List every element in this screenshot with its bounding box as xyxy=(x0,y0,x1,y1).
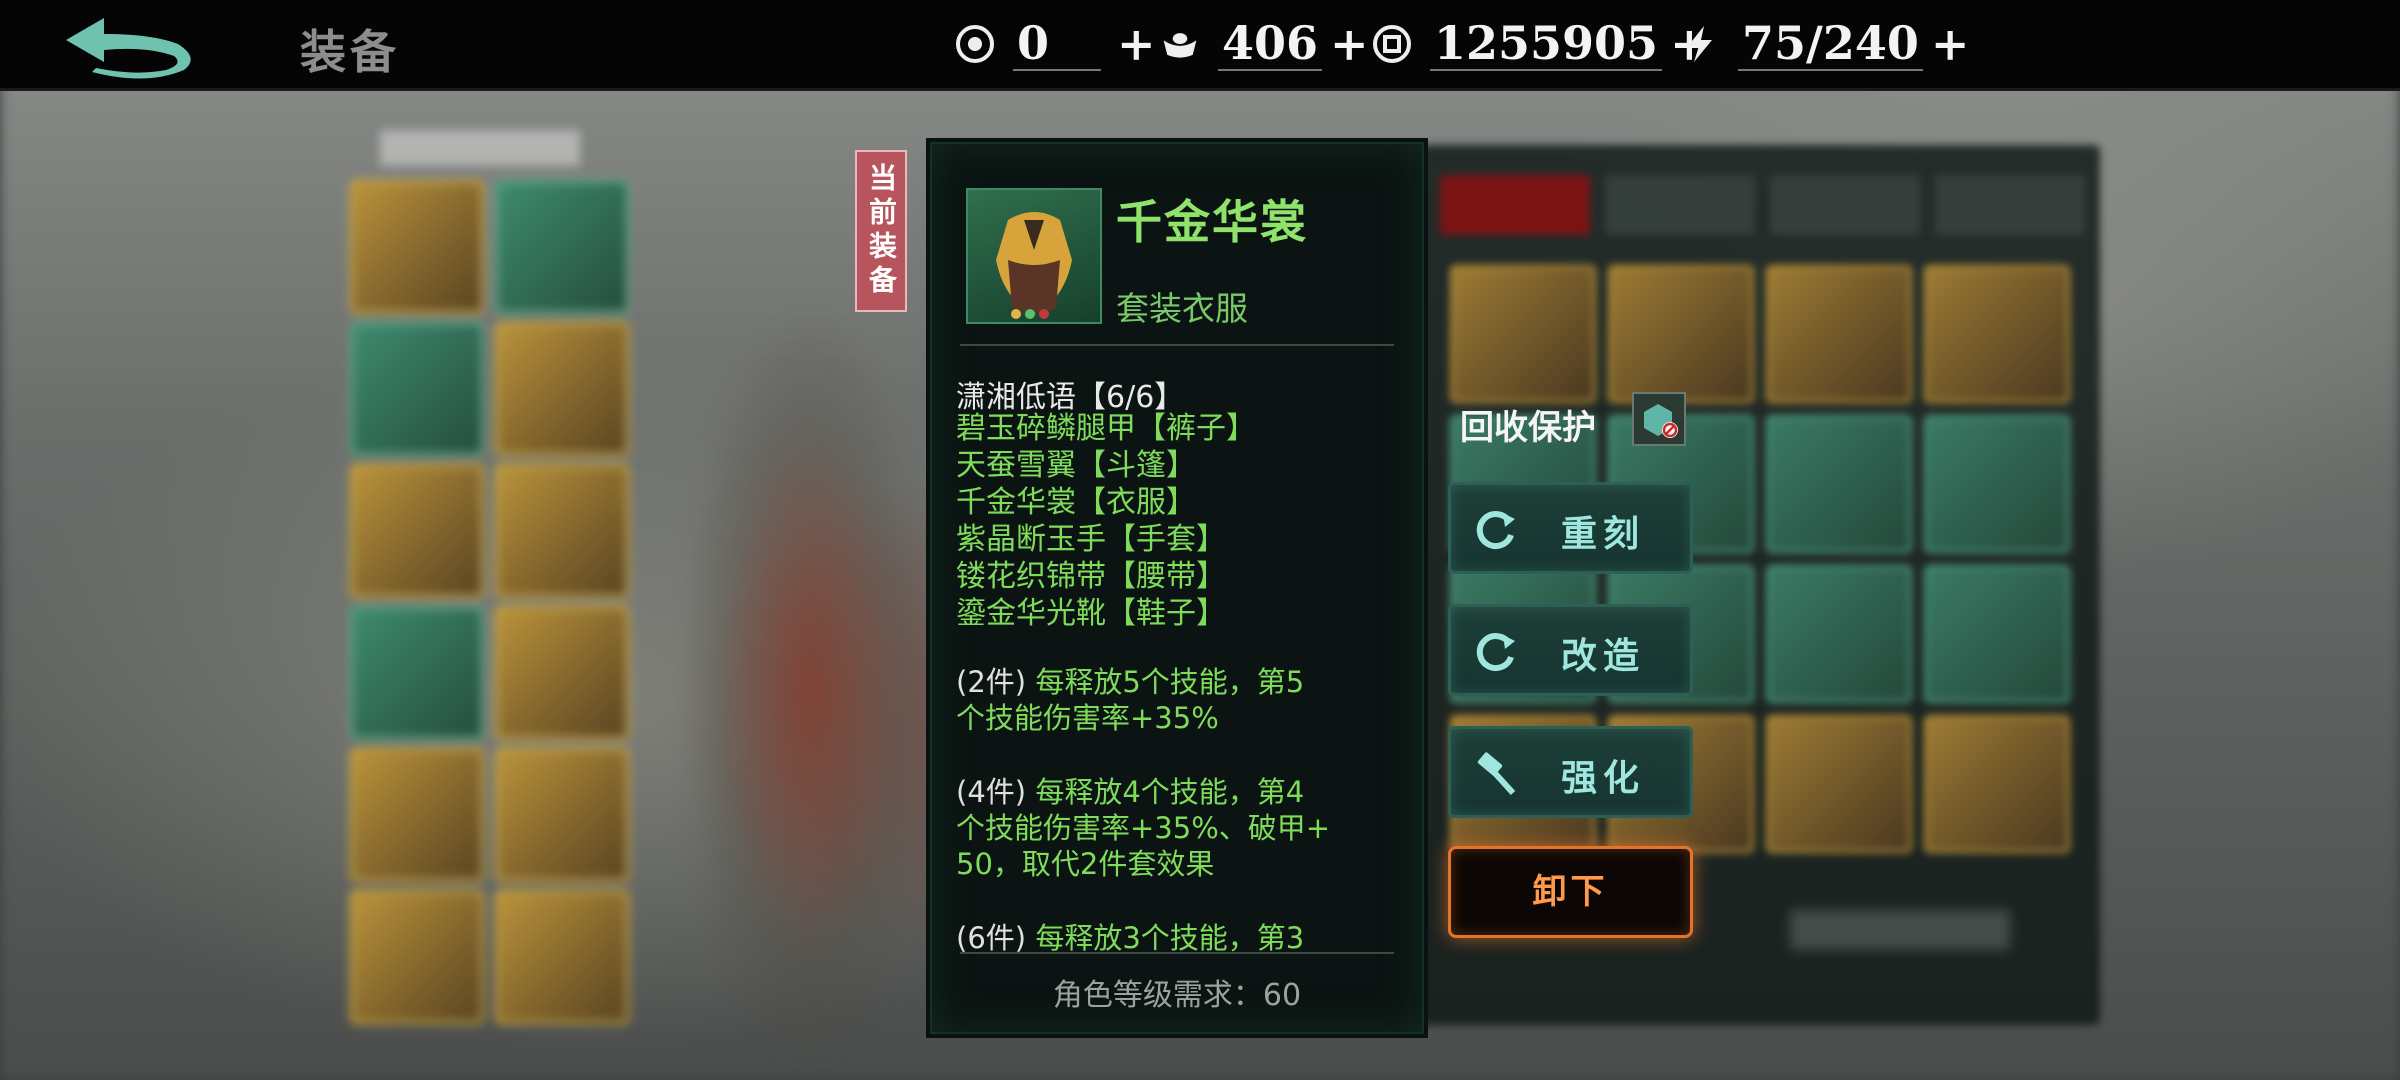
inventory-tab[interactable] xyxy=(1770,175,1920,235)
coin-icon xyxy=(1372,24,1412,64)
set-piece-list: 碧玉碎鳞腿甲【裤子】 天蚕雪翼【斗篷】 千金华裳【衣服】 紫晶断玉手【手套】 镂… xyxy=(956,410,1256,632)
character-figure xyxy=(680,300,940,1080)
enhance-button[interactable]: 强化 xyxy=(1448,726,1693,818)
slot-grid-header xyxy=(380,130,580,166)
equipment-slot[interactable] xyxy=(495,322,629,456)
add-coupon-button[interactable]: + xyxy=(1117,17,1156,71)
equipment-slot[interactable] xyxy=(495,606,629,740)
set-piece: 碧玉碎鳞腿甲【裤子】 xyxy=(956,411,1256,446)
blurred-hint xyxy=(1790,910,2010,950)
add-silver-button[interactable]: + xyxy=(1330,17,1369,71)
set-bonus-6: (6件) 每释放3个技能，第3 xyxy=(956,921,1305,955)
level-requirement: 角色等级需求：60 xyxy=(1052,978,1302,1013)
item-name: 千金华裳 xyxy=(1116,195,1308,249)
refresh-icon xyxy=(1473,507,1519,553)
inventory-slot[interactable] xyxy=(1924,565,2070,703)
currency-energy: 75/240 + xyxy=(1680,14,1969,74)
equipment-slot[interactable] xyxy=(350,606,484,740)
add-energy-button[interactable]: + xyxy=(1931,17,1970,71)
card-divider xyxy=(960,952,1394,954)
currency-silver: 406 + xyxy=(1160,14,1369,74)
inventory-slot[interactable] xyxy=(1766,265,1912,403)
lightning-icon xyxy=(1680,24,1720,64)
inventory-tab[interactable] xyxy=(1440,175,1590,235)
inventory-slot[interactable] xyxy=(1924,415,2070,553)
inventory-slot[interactable] xyxy=(1924,715,2070,853)
set-piece: 镂花织锦带【腰带】 xyxy=(956,559,1226,594)
equipment-slot[interactable] xyxy=(350,180,484,314)
equipment-slot[interactable] xyxy=(495,748,629,882)
equipment-slot[interactable] xyxy=(350,748,484,882)
inventory-slot[interactable] xyxy=(1608,265,1754,403)
inventory-slot[interactable] xyxy=(1766,565,1912,703)
item-detail-card: 千金华裳 套装衣服 潇湘低语【6/6】 碧玉碎鳞腿甲【裤子】 天蚕雪翼【斗篷】 … xyxy=(930,142,1424,1034)
equipment-slot[interactable] xyxy=(350,322,484,456)
inventory-slot[interactable] xyxy=(1766,415,1912,553)
currency-coin: 1255905 + xyxy=(1372,14,1709,74)
hammer-icon xyxy=(1473,751,1519,797)
item-type: 套装衣服 xyxy=(1116,289,1248,328)
page-title: 装备 xyxy=(300,25,400,79)
currency-coupon: 0 + xyxy=(955,14,1156,74)
recycle-protection-toggle[interactable] xyxy=(1632,392,1686,446)
equipment-slot[interactable] xyxy=(495,890,629,1024)
set-piece: 千金华裳【衣服】 xyxy=(956,485,1196,520)
inventory-slot[interactable] xyxy=(1924,265,2070,403)
silver-ingot-icon xyxy=(1160,24,1200,64)
equipment-slot-grid xyxy=(350,130,640,1030)
set-piece: 鎏金华光靴【鞋子】 xyxy=(956,596,1226,631)
inventory-tab[interactable] xyxy=(1935,175,2085,235)
inventory-tab[interactable] xyxy=(1605,175,1755,235)
set-piece: 天蚕雪翼【斗篷】 xyxy=(956,448,1196,483)
recycle-protection-label: 回收保护 xyxy=(1460,408,1596,448)
modify-button[interactable]: 改造 xyxy=(1448,604,1693,696)
coupon-icon xyxy=(955,24,995,64)
item-thumbnail xyxy=(966,188,1102,324)
inventory-slot[interactable] xyxy=(1766,715,1912,853)
back-arrow-icon[interactable] xyxy=(56,12,196,80)
set-bonus-2: (2件) 每释放5个技能，第5 个技能伤害率+35% xyxy=(956,665,1305,735)
recast-button[interactable]: 重刻 xyxy=(1448,482,1693,574)
equipment-slot[interactable] xyxy=(350,890,484,1024)
equipment-slot[interactable] xyxy=(495,180,629,314)
card-divider xyxy=(960,344,1394,346)
inventory-slot[interactable] xyxy=(1450,265,1596,403)
set-piece: 紫晶断玉手【手套】 xyxy=(956,522,1226,557)
set-bonus-4: (4件) 每释放4个技能，第4 个技能伤害率+35%、破甲+ 50，取代2件套效… xyxy=(956,775,1331,881)
unequip-button[interactable]: 卸下 xyxy=(1448,846,1693,938)
equipment-slot[interactable] xyxy=(350,464,484,598)
current-equipment-tag: 当前装备 xyxy=(855,150,907,312)
top-bar: 装备 0 + 406 + 1255905 + 75/240 + xyxy=(0,0,2400,91)
equipment-slot[interactable] xyxy=(495,464,629,598)
refresh-icon xyxy=(1473,629,1519,675)
